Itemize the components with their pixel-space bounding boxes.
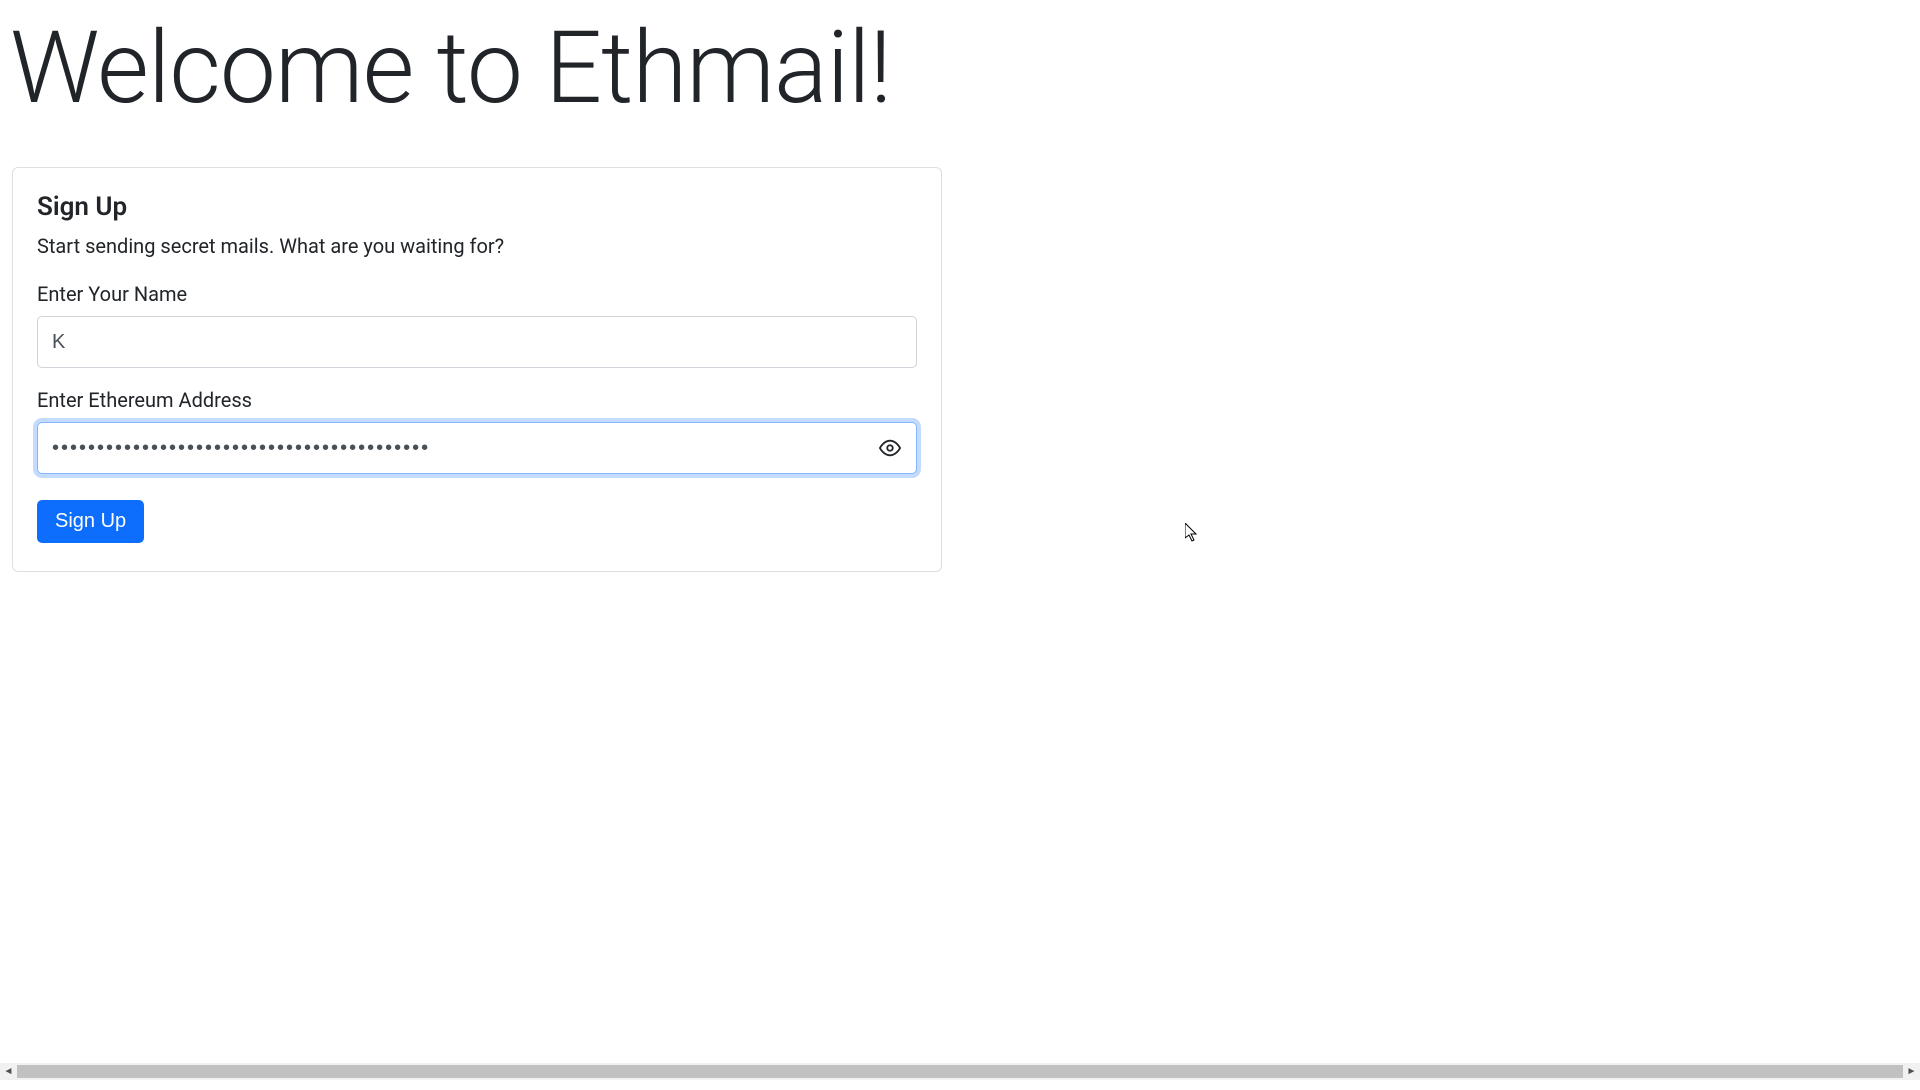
scroll-thumb[interactable] [17, 1065, 1903, 1078]
horizontal-scrollbar[interactable]: ◄ ► [0, 1063, 1920, 1080]
signup-button[interactable]: Sign Up [37, 500, 144, 543]
address-label: Enter Ethereum Address [37, 388, 917, 412]
address-field-group: Enter Ethereum Address [37, 388, 917, 474]
reveal-password-icon[interactable] [879, 437, 901, 459]
signup-card: Sign Up Start sending secret mails. What… [12, 167, 942, 572]
mouse-cursor [1185, 523, 1201, 547]
page-title: Welcome to Ethmail! [10, 10, 1920, 127]
card-subtitle: Start sending secret mails. What are you… [37, 234, 917, 258]
address-input-wrapper [37, 422, 917, 474]
scroll-track[interactable] [17, 1063, 1903, 1080]
scroll-left-arrow[interactable]: ◄ [0, 1063, 17, 1080]
card-title: Sign Up [37, 192, 917, 222]
scroll-right-arrow[interactable]: ► [1903, 1063, 1920, 1080]
address-input[interactable] [37, 422, 917, 474]
name-label: Enter Your Name [37, 282, 917, 306]
name-field-group: Enter Your Name [37, 282, 917, 368]
name-input[interactable] [37, 316, 917, 368]
